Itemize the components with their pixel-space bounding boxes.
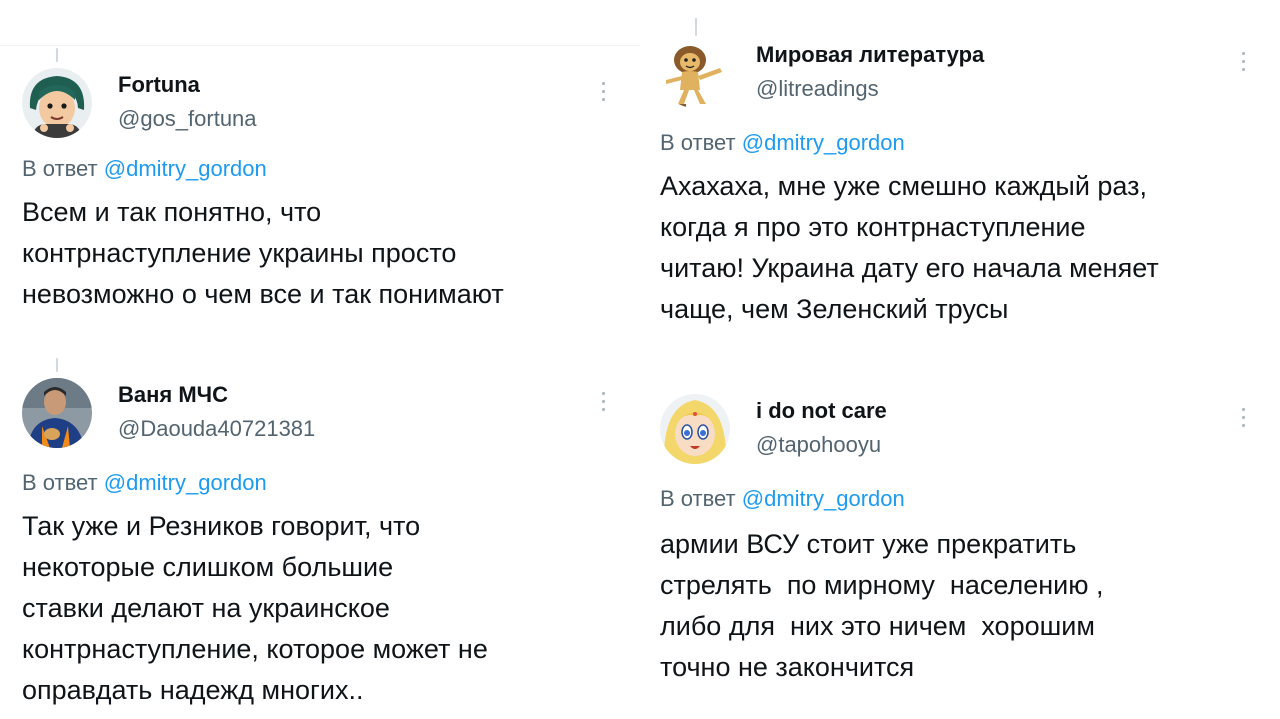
reply-context: В ответ @dmitry_gordon bbox=[660, 130, 905, 156]
tweet-fortuna[interactable]: Fortuna @gos_fortuna В ответ @dmitry_gor… bbox=[22, 68, 622, 328]
more-options-icon[interactable] bbox=[600, 392, 606, 418]
display-name[interactable]: Fortuna bbox=[118, 72, 200, 98]
divider-line bbox=[0, 45, 640, 46]
avatar[interactable] bbox=[660, 38, 730, 108]
avatar[interactable] bbox=[22, 68, 92, 138]
avatar[interactable] bbox=[22, 378, 92, 448]
reply-context: В ответ @dmitry_gordon bbox=[660, 486, 905, 512]
username[interactable]: @litreadings bbox=[756, 76, 879, 102]
tweet-text: Так уже и Резников говорит, что некоторы… bbox=[22, 511, 488, 705]
thread-line bbox=[56, 48, 58, 62]
cartoon-girl-green-hair-avatar-icon bbox=[22, 68, 92, 138]
thread-line bbox=[56, 358, 58, 372]
reply-prefix: В ответ bbox=[660, 130, 736, 155]
display-name[interactable]: Мировая литература bbox=[756, 42, 984, 68]
avatar[interactable] bbox=[660, 394, 730, 464]
more-options-icon[interactable] bbox=[600, 82, 606, 108]
reply-prefix: В ответ bbox=[660, 486, 736, 511]
display-name[interactable]: i do not care bbox=[756, 398, 887, 424]
tweet-i-do-not-care[interactable]: i do not care @tapohooyu В ответ @dmitry… bbox=[660, 394, 1260, 714]
reply-prefix: В ответ bbox=[22, 470, 98, 495]
tweet-vanya-mchs[interactable]: Ваня МЧС @Daouda40721381 В ответ @dmitry… bbox=[22, 378, 622, 718]
rescuer-photo-avatar-icon bbox=[22, 378, 92, 448]
tweet-text: Ахахаха, мне уже смешно каждый раз, когд… bbox=[660, 171, 1159, 324]
thread-line bbox=[695, 18, 697, 36]
mention-link[interactable]: @dmitry_gordon bbox=[104, 156, 267, 181]
more-options-icon[interactable] bbox=[1240, 408, 1246, 434]
tweet-text: Всем и так понятно, что контрнаступление… bbox=[22, 197, 504, 309]
reply-context: В ответ @dmitry_gordon bbox=[22, 470, 267, 496]
username[interactable]: @gos_fortuna bbox=[118, 106, 257, 132]
username[interactable]: @tapohooyu bbox=[756, 432, 881, 458]
mention-link[interactable]: @dmitry_gordon bbox=[742, 486, 905, 511]
display-name[interactable]: Ваня МЧС bbox=[118, 382, 228, 408]
username[interactable]: @Daouda40721381 bbox=[118, 416, 315, 442]
reply-prefix: В ответ bbox=[22, 156, 98, 181]
tweet-world-literature[interactable]: Мировая литература @litreadings В ответ … bbox=[660, 38, 1260, 338]
tweet-text: армии ВСУ стоит уже прекратить стрелять … bbox=[660, 529, 1104, 682]
more-options-icon[interactable] bbox=[1240, 52, 1246, 78]
reply-context: В ответ @dmitry_gordon bbox=[22, 156, 267, 182]
mention-link[interactable]: @dmitry_gordon bbox=[104, 470, 267, 495]
mention-link[interactable]: @dmitry_gordon bbox=[742, 130, 905, 155]
anime-blonde-avatar-icon bbox=[660, 394, 730, 464]
cartoon-lion-avatar-icon bbox=[660, 38, 730, 108]
